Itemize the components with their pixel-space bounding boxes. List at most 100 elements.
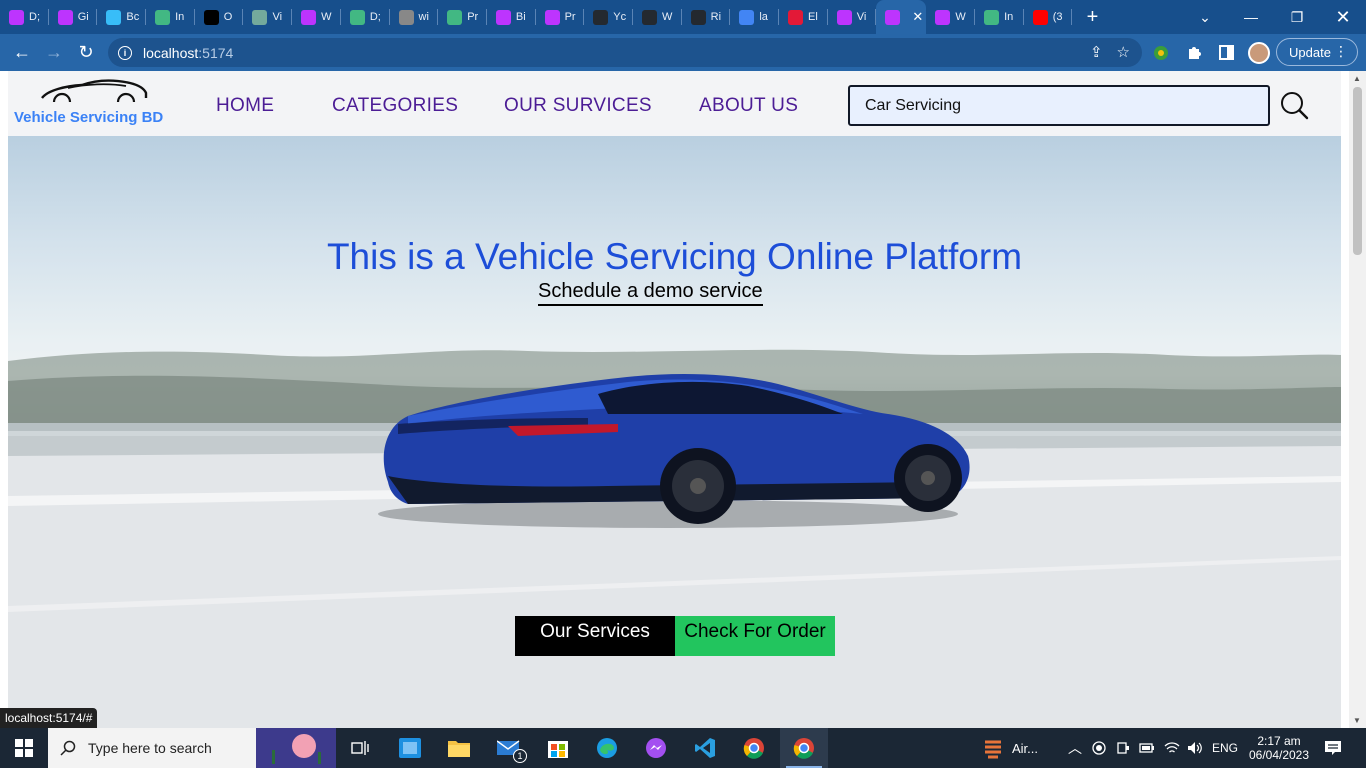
tab-title: Gi <box>77 11 89 23</box>
page-viewport: Vehicle Servicing BD HOME CATEGORIES OUR… <box>0 71 1366 728</box>
close-tab-icon[interactable]: ✕ <box>912 9 923 25</box>
scroll-up-icon[interactable]: ▲ <box>1353 74 1361 83</box>
nav-our-services[interactable]: OUR SURVICES <box>504 95 652 117</box>
side-panel-icon[interactable] <box>1215 38 1237 67</box>
new-tab-button[interactable]: + <box>1072 0 1112 34</box>
task-view-icon[interactable] <box>340 728 380 768</box>
browser-tab[interactable]: O <box>195 0 244 34</box>
site-info-icon[interactable]: i <box>118 45 132 60</box>
vite-icon <box>495 9 511 25</box>
extension-icon[interactable] <box>1150 38 1172 67</box>
browser-tab[interactable]: Vi <box>828 0 877 34</box>
scrollbar-thumb[interactable] <box>1353 87 1362 255</box>
nav-categories[interactable]: CATEGORIES <box>332 95 458 117</box>
nav-about-us[interactable]: ABOUT US <box>699 95 798 117</box>
address-bar[interactable]: i localhost:5174 ⇪ ☆ <box>108 38 1142 67</box>
bookmark-star-icon[interactable]: ☆ <box>1117 43 1130 61</box>
site-search-input[interactable] <box>848 85 1270 126</box>
vite-icon <box>57 9 73 25</box>
wifi-icon[interactable] <box>1164 728 1180 768</box>
file-explorer-icon[interactable] <box>437 728 481 768</box>
chrome-icon[interactable] <box>732 728 776 768</box>
mail-icon[interactable]: 1 <box>487 728 531 768</box>
nav-home[interactable]: HOME <box>216 95 274 117</box>
hero-banner: This is a Vehicle Servicing Online Platf… <box>8 136 1341 728</box>
windows-start-icon[interactable] <box>0 728 48 768</box>
tab-title: Bi <box>515 11 526 23</box>
air-quality-icon <box>985 740 1001 759</box>
google-icon <box>739 9 755 25</box>
browser-tab[interactable]: D; <box>341 0 390 34</box>
browser-tab[interactable]: In <box>975 0 1024 34</box>
battery-icon[interactable] <box>1139 728 1155 768</box>
tab-title: W <box>955 11 966 23</box>
tab-search-icon[interactable]: ⌄ <box>1182 0 1228 34</box>
restore-button[interactable]: ❐ <box>1274 0 1320 34</box>
taskbar-search-box[interactable]: Type here to search <box>48 728 336 768</box>
browser-tab[interactable]: Gi <box>49 0 98 34</box>
browser-tab[interactable]: El <box>779 0 828 34</box>
browser-tab[interactable]: Bc <box>97 0 146 34</box>
tab-title: W <box>321 11 332 23</box>
url-port: :5174 <box>198 44 234 61</box>
tab-title: Bc <box>126 11 140 23</box>
browser-tab[interactable]: Pr <box>536 0 585 34</box>
scroll-down-icon[interactable]: ▼ <box>1353 716 1361 725</box>
github-icon <box>641 9 657 25</box>
browser-tab[interactable]: la <box>730 0 779 34</box>
share-icon[interactable]: ⇪ <box>1090 43 1103 61</box>
clock-date: 06/04/2023 <box>1248 748 1310 762</box>
back-button[interactable]: ← <box>6 37 38 69</box>
schedule-demo-link[interactable]: Schedule a demo service <box>538 280 763 306</box>
browser-tab[interactable]: Yc <box>584 0 633 34</box>
github-icon <box>593 9 609 25</box>
clock[interactable]: 2:17 am 06/04/2023 <box>1246 728 1312 768</box>
tab-title: In <box>175 11 185 23</box>
vscode-icon[interactable] <box>683 728 727 768</box>
browser-tab-strip: D; Gi Bc In O Vi W D; wi Pr Bi Pr Yc W Ri la El Vi ✕ W In (3 + <box>0 0 1366 34</box>
close-window-button[interactable]: ✕ <box>1320 0 1366 34</box>
page-scrollbar[interactable]: ▲ ▼ <box>1349 71 1366 728</box>
menu-dots-icon[interactable]: ⋮ <box>1334 43 1348 60</box>
forward-button[interactable]: → <box>38 37 70 69</box>
site-logo[interactable]: Vehicle Servicing BD <box>14 76 174 131</box>
reload-button[interactable]: ↻ <box>70 37 102 69</box>
device-icon[interactable] <box>1116 728 1130 768</box>
browser-tab[interactable]: (3 <box>1024 0 1073 34</box>
minimize-button[interactable]: — <box>1228 0 1274 34</box>
browser-tab[interactable]: Ri <box>682 0 731 34</box>
vue-icon <box>984 9 1000 25</box>
profile-avatar[interactable] <box>1247 38 1271 67</box>
notifications-icon[interactable] <box>1324 728 1342 768</box>
extensions-puzzle-icon[interactable] <box>1183 38 1205 67</box>
volume-icon[interactable] <box>1187 728 1203 768</box>
browser-tab[interactable]: In <box>146 0 195 34</box>
browser-tab[interactable]: W <box>292 0 341 34</box>
browser-tab[interactable]: Pr <box>438 0 487 34</box>
chrome-active-icon[interactable] <box>780 728 828 768</box>
weather-widget[interactable]: Air... <box>982 728 1038 768</box>
tray-chevron-icon[interactable]: ︿ <box>1068 728 1082 768</box>
browser-tab[interactable]: wi <box>390 0 439 34</box>
vue-icon <box>447 9 463 25</box>
vite-icon <box>935 9 951 25</box>
browser-tab[interactable]: W <box>633 0 682 34</box>
browser-tab[interactable]: Bi <box>487 0 536 34</box>
check-order-button[interactable]: Check For Order <box>675 616 835 656</box>
language-indicator[interactable]: ENG <box>1212 728 1238 768</box>
browser-tab[interactable]: ✕ <box>876 0 927 34</box>
browser-tab[interactable]: Vi <box>243 0 292 34</box>
store-icon[interactable] <box>536 728 580 768</box>
search-icon[interactable] <box>1280 91 1310 121</box>
taskbar-search-placeholder: Type here to search <box>88 740 212 756</box>
record-icon[interactable] <box>1092 728 1106 768</box>
our-services-button[interactable]: Our Services <box>515 616 675 656</box>
update-button[interactable]: Update ⋮ <box>1276 38 1358 66</box>
edge-icon[interactable] <box>585 728 629 768</box>
browser-tab[interactable]: D; <box>0 0 49 34</box>
widgets-icon[interactable] <box>388 728 432 768</box>
youtube-icon <box>1032 9 1048 25</box>
messenger-icon[interactable] <box>634 728 678 768</box>
vite-icon <box>544 9 560 25</box>
browser-tab[interactable]: W <box>926 0 975 34</box>
